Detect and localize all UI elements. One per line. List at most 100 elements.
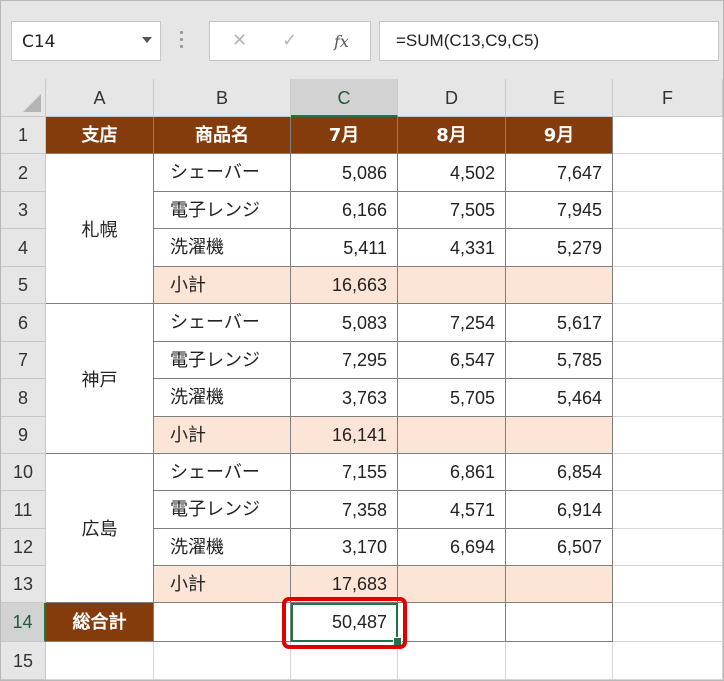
cell-a15[interactable] (46, 642, 154, 680)
cell-d7[interactable]: 6,547 (398, 342, 506, 379)
row-header-9[interactable]: 9 (1, 417, 46, 454)
cell-b6[interactable]: シェーバー (154, 304, 291, 342)
row-header-5[interactable]: 5 (1, 267, 46, 304)
cell-e5[interactable] (506, 267, 613, 304)
cell-b13[interactable]: 小計 (154, 566, 291, 603)
cell-b7[interactable]: 電子レンジ (154, 342, 291, 379)
cell-f11[interactable] (613, 491, 723, 529)
formula-input[interactable]: =SUM(C13,C9,C5) (379, 21, 719, 61)
cell-d5[interactable] (398, 267, 506, 304)
cell-d2[interactable]: 4,502 (398, 154, 506, 192)
header-cell-branch[interactable]: 支店 (46, 117, 154, 154)
column-header-a[interactable]: A (46, 79, 154, 117)
cell-c5[interactable]: 16,663 (291, 267, 398, 304)
cell-e10[interactable]: 6,854 (506, 454, 613, 491)
cell-c10[interactable]: 7,155 (291, 454, 398, 491)
column-header-d[interactable]: D (398, 79, 506, 117)
header-cell-product[interactable]: 商品名 (154, 117, 291, 154)
total-label-cell[interactable]: 総合計 (46, 603, 154, 642)
cell-f8[interactable] (613, 379, 723, 417)
row-header-1[interactable]: 1 (1, 117, 46, 154)
cell-f5[interactable] (613, 267, 723, 304)
cell-d8[interactable]: 5,705 (398, 379, 506, 417)
cell-c4[interactable]: 5,411 (291, 229, 398, 267)
cell-f12[interactable] (613, 529, 723, 566)
cell-b9[interactable]: 小計 (154, 417, 291, 454)
chevron-down-icon[interactable] (142, 37, 152, 43)
cell-f3[interactable] (613, 192, 723, 229)
cell-b3[interactable]: 電子レンジ (154, 192, 291, 229)
column-header-f[interactable]: F (613, 79, 723, 117)
header-cell-august[interactable]: 8月 (398, 117, 506, 154)
cell-f6[interactable] (613, 304, 723, 342)
cell-b11[interactable]: 電子レンジ (154, 491, 291, 529)
row-header-4[interactable]: 4 (1, 229, 46, 267)
cell-c6[interactable]: 5,083 (291, 304, 398, 342)
name-box[interactable]: C14 (11, 21, 161, 61)
cell-f2[interactable] (613, 154, 723, 192)
cell-f15[interactable] (613, 642, 723, 680)
header-cell-july[interactable]: 7月 (291, 117, 398, 154)
cell-f10[interactable] (613, 454, 723, 491)
cell-b10[interactable]: シェーバー (154, 454, 291, 491)
cell-e14[interactable] (506, 603, 613, 642)
column-header-b[interactable]: B (154, 79, 291, 117)
cell-e7[interactable]: 5,785 (506, 342, 613, 379)
drag-handle-icon[interactable] (180, 31, 184, 51)
cell-c11[interactable]: 7,358 (291, 491, 398, 529)
branch-cell-sapporo[interactable]: 札幌 (46, 154, 154, 304)
cell-d14[interactable] (398, 603, 506, 642)
cell-d3[interactable]: 7,505 (398, 192, 506, 229)
cell-f7[interactable] (613, 342, 723, 379)
cell-e11[interactable]: 6,914 (506, 491, 613, 529)
cell-d9[interactable] (398, 417, 506, 454)
row-header-15[interactable]: 15 (1, 642, 46, 680)
row-header-11[interactable]: 11 (1, 491, 46, 529)
cell-d12[interactable]: 6,694 (398, 529, 506, 566)
row-header-6[interactable]: 6 (1, 304, 46, 342)
cell-e3[interactable]: 7,945 (506, 192, 613, 229)
insert-function-icon[interactable]: fx (334, 32, 349, 51)
cell-d4[interactable]: 4,331 (398, 229, 506, 267)
row-header-2[interactable]: 2 (1, 154, 46, 192)
cell-e13[interactable] (506, 566, 613, 603)
cell-b5[interactable]: 小計 (154, 267, 291, 304)
cell-e6[interactable]: 5,617 (506, 304, 613, 342)
cell-e4[interactable]: 5,279 (506, 229, 613, 267)
branch-cell-kobe[interactable]: 神戸 (46, 304, 154, 454)
enter-icon[interactable]: ✓ (282, 30, 297, 51)
cell-c7[interactable]: 7,295 (291, 342, 398, 379)
cell-d15[interactable] (398, 642, 506, 680)
cancel-icon[interactable]: ✕ (232, 30, 247, 51)
cell-d10[interactable]: 6,861 (398, 454, 506, 491)
cell-c3[interactable]: 6,166 (291, 192, 398, 229)
branch-cell-hiroshima[interactable]: 広島 (46, 454, 154, 603)
row-header-8[interactable]: 8 (1, 379, 46, 417)
cell-b15[interactable] (154, 642, 291, 680)
cell-e15[interactable] (506, 642, 613, 680)
cell-d11[interactable]: 4,571 (398, 491, 506, 529)
cell-f14[interactable] (613, 603, 723, 642)
cell-f1[interactable] (613, 117, 723, 154)
cell-b12[interactable]: 洗濯機 (154, 529, 291, 566)
cell-c12[interactable]: 3,170 (291, 529, 398, 566)
row-header-13[interactable]: 13 (1, 566, 46, 603)
cell-f13[interactable] (613, 566, 723, 603)
worksheet-grid[interactable]: A B C D E F 1 2 3 4 5 6 7 8 9 10 11 12 1… (1, 79, 723, 680)
cell-e8[interactable]: 5,464 (506, 379, 613, 417)
cell-b4[interactable]: 洗濯機 (154, 229, 291, 267)
row-header-7[interactable]: 7 (1, 342, 46, 379)
cell-b14[interactable] (154, 603, 291, 642)
cell-f4[interactable] (613, 229, 723, 267)
cell-d6[interactable]: 7,254 (398, 304, 506, 342)
cell-d13[interactable] (398, 566, 506, 603)
cell-e12[interactable]: 6,507 (506, 529, 613, 566)
row-header-12[interactable]: 12 (1, 529, 46, 566)
cell-e2[interactable]: 7,647 (506, 154, 613, 192)
row-header-14[interactable]: 14 (1, 603, 46, 642)
cell-c2[interactable]: 5,086 (291, 154, 398, 192)
cell-b2[interactable]: シェーバー (154, 154, 291, 192)
column-header-e[interactable]: E (506, 79, 613, 117)
row-header-3[interactable]: 3 (1, 192, 46, 229)
column-header-c[interactable]: C (291, 79, 398, 117)
